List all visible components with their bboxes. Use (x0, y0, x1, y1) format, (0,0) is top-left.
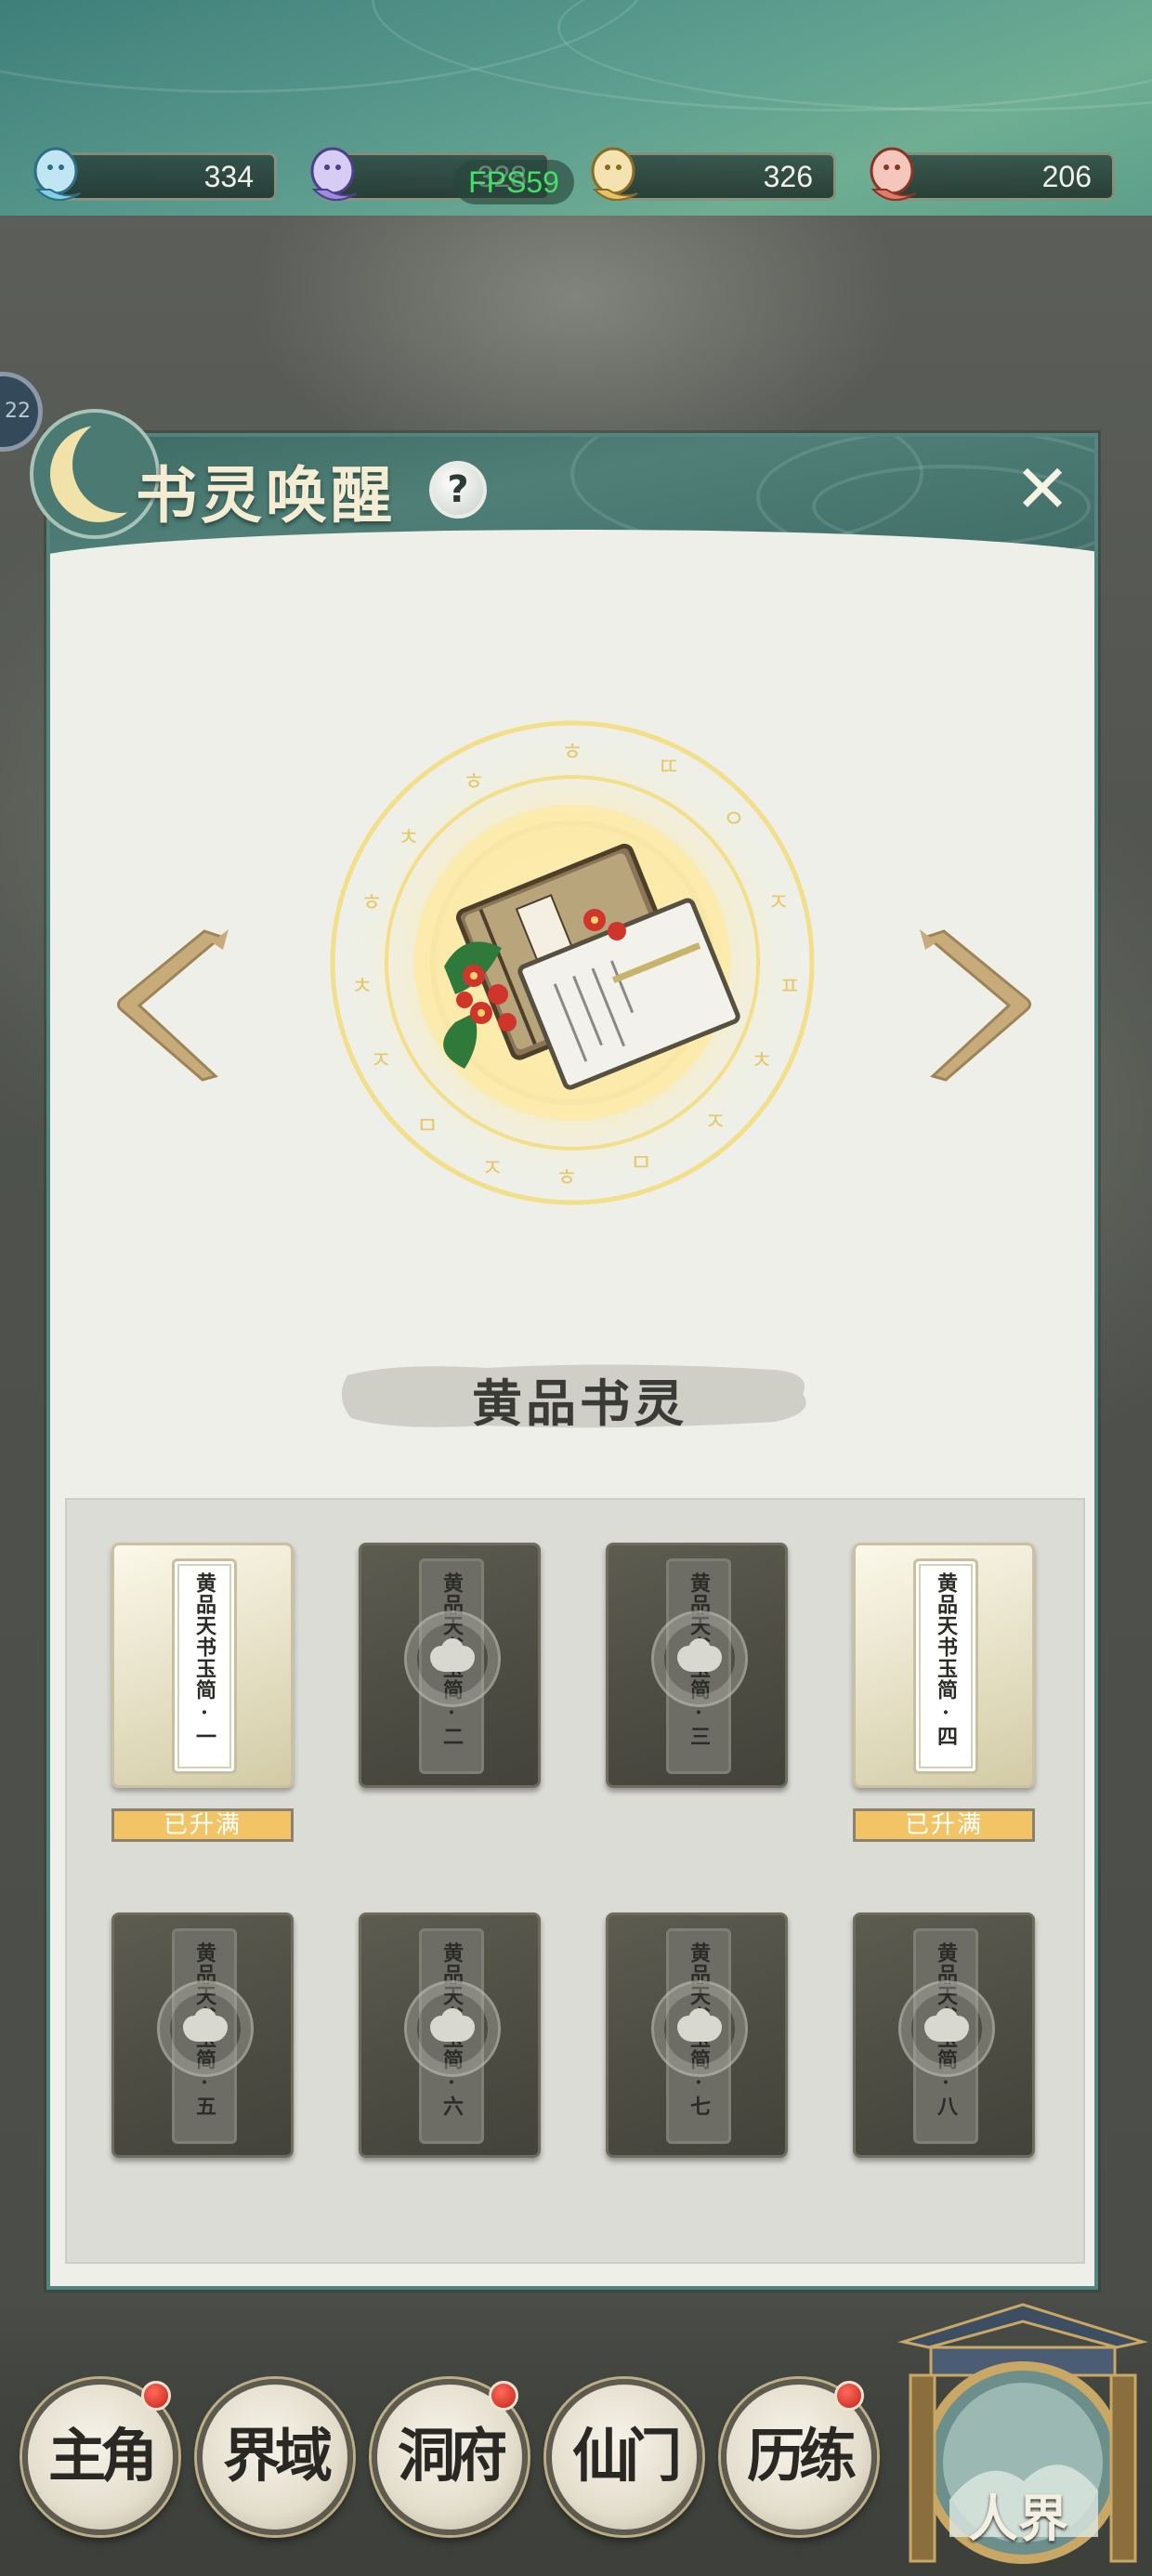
scroll-card-5[interactable]: 黄品天书玉简·五 (111, 1912, 294, 2158)
nav-label: 仙门 (571, 2422, 682, 2490)
notification-dot (834, 2381, 864, 2411)
svg-text:ㅈ: ㅈ (767, 889, 790, 917)
spirit-awakening-dialog: 书灵唤醒 ? ✕ ㅎㄸㅇ ㅈㅍㅊ ㅈㅁㅎ ㅈㅁㅈ ㅊㅎㅊ ㅎ 黄品书灵 黄品天书… (30, 409, 1098, 2290)
svg-text:ㅊ: ㅊ (751, 1047, 773, 1075)
spirit-name: 黄品书灵 (472, 1373, 687, 1433)
scroll-card-7[interactable]: 黄品天书玉简·七 (606, 1912, 788, 2158)
maxed-badge: 已升满 (111, 1808, 294, 1842)
nav-label: 历练 (746, 2422, 857, 2490)
earth-spirit-icon (591, 147, 638, 201)
water-spirit-icon (33, 147, 81, 201)
resource-counter-1[interactable]: 334 (54, 152, 277, 201)
resource-value-4: 206 (1041, 160, 1092, 193)
fire-spirit-icon (870, 147, 917, 201)
svg-text:ㅎ: ㅎ (360, 889, 383, 917)
scroll-card-label: 黄品天书玉简·一 (192, 1572, 216, 1747)
resource-bar: 334 328 326 206 (0, 139, 1152, 214)
svg-text:ㅈ: ㅈ (481, 1155, 504, 1183)
dialog-title: 书灵唤醒 (136, 459, 396, 532)
fps-counter: FPS59 (453, 160, 574, 204)
svg-text:ㅊ: ㅊ (351, 973, 373, 1001)
lock-icon (430, 2016, 475, 2042)
svg-text:ㅎ: ㅎ (463, 769, 485, 796)
spirit-book-emblem: ㅎㄸㅇ ㅈㅍㅊ ㅈㅁㅎ ㅈㅁㅈ ㅊㅎㅊ ㅎ (329, 719, 816, 1206)
nav-label: 界域 (222, 2422, 333, 2490)
resource-value-3: 326 (763, 160, 813, 193)
lock-icon (677, 2016, 722, 2042)
scroll-card-3[interactable]: 黄品天书玉简·三 (606, 1543, 788, 1788)
scroll-card-6[interactable]: 黄品天书玉简·六 (359, 1912, 541, 2158)
wind-spirit-icon (310, 147, 358, 201)
help-button[interactable]: ? (429, 461, 487, 519)
nav-immortal-sect-button[interactable]: 仙门 (546, 2379, 702, 2535)
svg-text:ㅎ: ㅎ (561, 739, 583, 767)
lock-icon (183, 2016, 228, 2042)
svg-text:ㅎ: ㅎ (556, 1164, 578, 1192)
scroll-card-label: 黄品天书玉简·四 (934, 1572, 958, 1747)
svg-text:ㅁ: ㅁ (630, 1150, 652, 1177)
svg-text:ㅈ: ㅈ (370, 1047, 392, 1075)
svg-text:ㅍ: ㅍ (779, 973, 801, 1001)
scroll-card-2[interactable]: 黄品天书玉简·二 (359, 1543, 541, 1788)
svg-text:ㅊ: ㅊ (398, 824, 420, 852)
previous-arrow-icon[interactable] (111, 920, 232, 1087)
svg-text:ㄸ: ㄸ (658, 754, 680, 782)
scroll-label-frame: 黄品天书玉简·一 (172, 1558, 237, 1774)
svg-text:ㅈ: ㅈ (704, 1109, 727, 1137)
lock-icon (924, 2016, 969, 2042)
scroll-label-frame: 黄品天书玉简·四 (913, 1558, 978, 1774)
nav-realm-domain-button[interactable]: 界域 (197, 2379, 353, 2535)
scroll-card-1[interactable]: 黄品天书玉简·一 (111, 1543, 294, 1788)
svg-text:ㅁ: ㅁ (416, 1112, 439, 1140)
next-arrow-icon[interactable] (916, 920, 1037, 1087)
maxed-badge: 已升满 (853, 1808, 1035, 1842)
svg-text:ㅇ: ㅇ (723, 806, 745, 834)
realm-label: 人界 (968, 2489, 1068, 2548)
nav-label: 洞府 (397, 2422, 507, 2490)
notification-dot (141, 2381, 171, 2411)
lock-icon (677, 1646, 722, 1672)
notification-dot (489, 2381, 518, 2411)
scroll-card-4[interactable]: 黄品天书玉简·四 (853, 1543, 1035, 1788)
lock-icon (430, 1646, 475, 1672)
resource-value-1: 334 (203, 160, 254, 193)
close-button[interactable]: ✕ (1009, 455, 1076, 526)
scroll-card-8[interactable]: 黄品天书玉简·八 (853, 1912, 1035, 2158)
human-realm-button[interactable]: 人界 (894, 2295, 1152, 2576)
nav-label: 主角 (47, 2422, 158, 2490)
